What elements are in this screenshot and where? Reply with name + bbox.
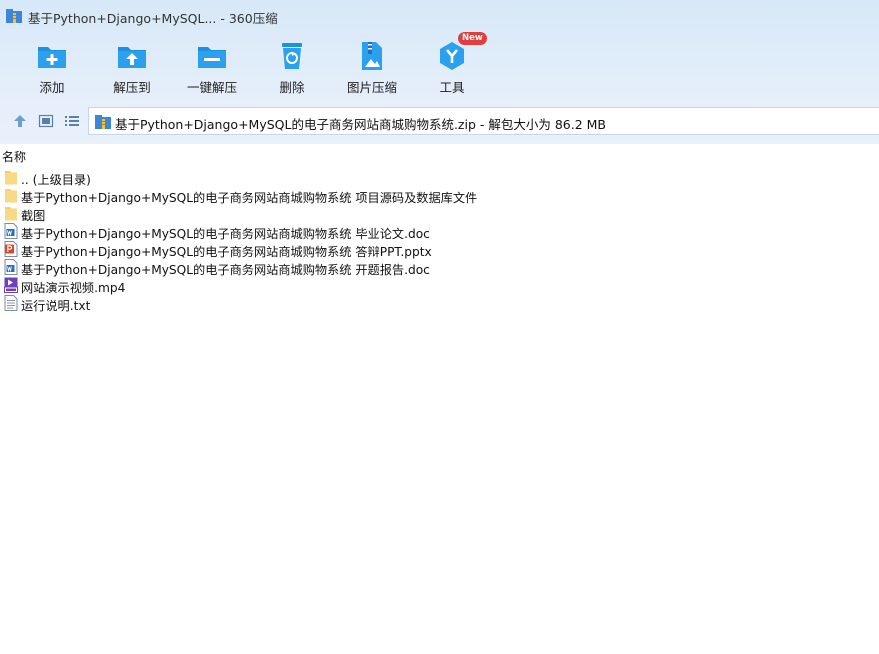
list-view-icon[interactable] [64, 113, 80, 129]
column-header-name[interactable]: 名称 [0, 147, 879, 164]
image-compress-button[interactable]: 图片压缩 [332, 36, 412, 98]
delete-trash-icon [282, 43, 302, 69]
image-compress-icon [362, 42, 382, 70]
list-item[interactable]: 基于Python+Django+MySQL的电子商务网站商城购物系统 毕业论文.… [0, 222, 879, 241]
extract-to-icon [118, 47, 146, 68]
one-click-extract-icon [198, 47, 226, 68]
archive-icon [6, 9, 22, 23]
one-click-extract-button[interactable]: 一键解压 [172, 36, 252, 98]
archive-path: 基于Python+Django+MySQL的电子商务网站商城购物系统.zip -… [115, 117, 606, 132]
folder-icon [5, 189, 17, 203]
list-item[interactable]: 网站演示视频.mp4 [0, 276, 879, 295]
delete-label: 删除 [279, 80, 305, 95]
text-file-icon [4, 295, 18, 311]
list-item[interactable]: 基于Python+Django+MySQL的电子商务网站商城购物系统 开题报告.… [0, 258, 879, 277]
extract-to-label: 解压到 [113, 80, 151, 95]
image-compress-label: 图片压缩 [346, 80, 397, 95]
thumbnail-view-icon[interactable] [38, 113, 54, 129]
list-item[interactable]: 基于Python+Django+MySQL的电子商务网站商城购物系统 项目源码及… [0, 186, 879, 205]
folder-icon [5, 171, 17, 185]
video-file-icon [4, 277, 18, 293]
list-item[interactable]: 基于Python+Django+MySQL的电子商务网站商城购物系统 答辩PPT… [0, 240, 879, 259]
list-item[interactable]: 运行说明.txt [0, 294, 879, 313]
zip-archive-icon [95, 115, 111, 129]
tools-button[interactable]: New 工具 [412, 32, 492, 98]
add-label: 添加 [39, 80, 65, 95]
list-item[interactable]: .. (上级目录) [0, 168, 879, 187]
title-bar: 基于Python+Django+MySQL... - 360压缩 [0, 0, 879, 32]
word-doc-icon [4, 259, 18, 275]
header-area: 基于Python+Django+MySQL... - 360压缩 添加 解压到 [0, 0, 879, 144]
word-doc-icon [4, 223, 18, 239]
arrow-up-icon[interactable] [12, 113, 28, 129]
item-name: 运行说明.txt [21, 299, 91, 313]
new-badge: New [458, 32, 487, 45]
add-folder-icon [38, 47, 66, 68]
powerpoint-icon [4, 241, 18, 257]
tools-label: 工具 [439, 80, 465, 95]
toolbar: 添加 解压到 一键解压 删除 图片压缩 New 工具 [0, 32, 879, 98]
add-button[interactable]: 添加 [12, 36, 92, 98]
delete-button[interactable]: 删除 [252, 36, 332, 98]
column-name-label: 名称 [2, 150, 27, 164]
extract-to-button[interactable]: 解压到 [92, 36, 172, 98]
address-bar[interactable]: 基于Python+Django+MySQL的电子商务网站商城购物系统.zip -… [88, 107, 879, 135]
window-title: 基于Python+Django+MySQL... - 360压缩 [28, 11, 278, 26]
one-click-extract-label: 一键解压 [186, 80, 237, 95]
folder-icon [5, 207, 17, 221]
list-item[interactable]: 截图 [0, 204, 879, 223]
